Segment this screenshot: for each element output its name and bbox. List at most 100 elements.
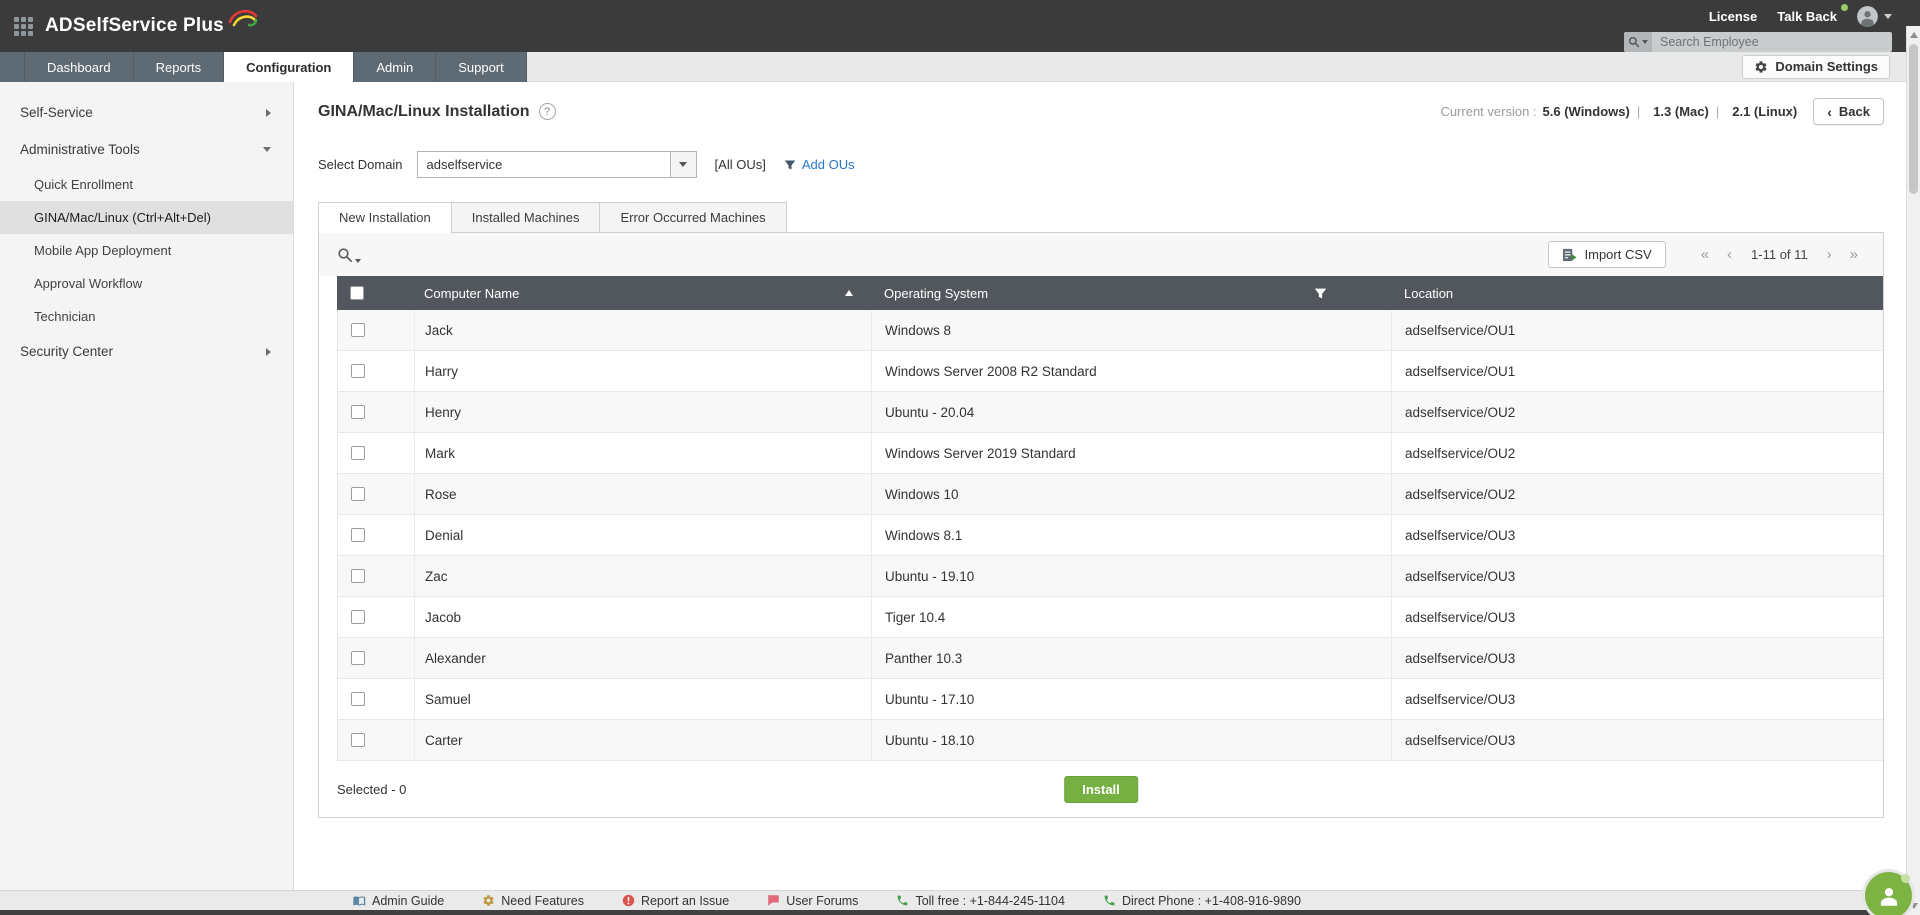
help-icon[interactable]: ?: [538, 103, 556, 120]
scroll-down-icon[interactable]: [1910, 903, 1918, 909]
add-ous-link[interactable]: Add OUs: [784, 157, 855, 172]
license-link[interactable]: License: [1709, 9, 1757, 24]
table-search-button[interactable]: [337, 247, 361, 263]
sidebar-item-quick-enrollment[interactable]: Quick Enrollment: [0, 168, 293, 201]
next-page-icon[interactable]: ›: [1818, 247, 1841, 262]
app-logo[interactable]: ADSelfService Plus: [45, 9, 258, 37]
table-row[interactable]: Carter Ubuntu - 18.10 adselfservice/OU3: [337, 720, 1883, 761]
install-button[interactable]: Install: [1064, 775, 1138, 803]
user-forums-label: User Forums: [786, 893, 859, 908]
table-row[interactable]: Alexander Panther 10.3 adselfservice/OU3: [337, 638, 1883, 679]
nav-tab-reports[interactable]: Reports: [134, 52, 225, 82]
sort-ascending-icon[interactable]: [845, 290, 853, 296]
row-checkbox[interactable]: [351, 323, 365, 337]
row-checkbox[interactable]: [351, 733, 365, 747]
direct-phone[interactable]: Direct Phone : +1-408-916-9890: [1103, 894, 1301, 908]
talkback-link[interactable]: Talk Back: [1777, 9, 1837, 24]
table-row[interactable]: Samuel Ubuntu - 17.10 adselfservice/OU3: [337, 679, 1883, 720]
row-checkbox[interactable]: [351, 487, 365, 501]
back-chevron-icon: ‹: [1827, 103, 1832, 120]
select-all-checkbox[interactable]: [350, 286, 364, 300]
table-toolbar: Import CSV « ‹ 1-11 of 11 › »: [319, 233, 1883, 276]
row-checkbox[interactable]: [351, 651, 365, 665]
tab-installed-machines[interactable]: Installed Machines: [450, 202, 601, 233]
scrollbar-thumb[interactable]: [1909, 44, 1918, 194]
table-row[interactable]: Zac Ubuntu - 19.10 adselfservice/OU3: [337, 556, 1883, 597]
header-checkbox-cell: [337, 276, 414, 310]
sidebar-item-administrative-tools[interactable]: Administrative Tools: [0, 131, 293, 168]
topbar-left: ADSelfService Plus: [0, 0, 258, 52]
last-page-icon[interactable]: »: [1841, 247, 1867, 262]
sidebar-item-label: Self-Service: [20, 105, 93, 120]
row-checkbox[interactable]: [351, 610, 365, 624]
tab-error-occurred-machines[interactable]: Error Occurred Machines: [599, 202, 787, 233]
user-forums-link[interactable]: User Forums: [767, 894, 858, 908]
page-title: GINA/Mac/Linux Installation: [318, 102, 530, 120]
select-domain-label: Select Domain: [318, 157, 403, 172]
domain-select[interactable]: adselfservice: [416, 151, 697, 178]
header-operating-system[interactable]: Operating System: [871, 276, 1391, 310]
vertical-scrollbar[interactable]: [1906, 26, 1920, 915]
search-scope-button[interactable]: [1624, 32, 1652, 52]
header-computer-name[interactable]: Computer Name: [414, 276, 871, 310]
first-page-icon[interactable]: «: [1692, 247, 1718, 262]
domain-select-caret[interactable]: [669, 152, 696, 177]
filter-funnel-icon[interactable]: [1314, 287, 1327, 300]
user-menu-caret-icon[interactable]: [1884, 14, 1892, 19]
admin-guide-link[interactable]: Admin Guide: [352, 894, 444, 908]
tab-new-installation[interactable]: New Installation: [318, 202, 452, 233]
sidebar-item-gina-mac-linux[interactable]: GINA/Mac/Linux (Ctrl+Alt+Del): [0, 201, 293, 234]
support-chat-button[interactable]: [1865, 872, 1912, 915]
sidebar-item-security-center[interactable]: Security Center: [0, 333, 293, 370]
location-cell: adselfservice/OU1: [1405, 363, 1516, 379]
employee-search-input[interactable]: [1652, 35, 1892, 49]
domain-row: Select Domain adselfservice [All OUs] Ad…: [318, 151, 1884, 178]
version-linux: 2.1 (Linux): [1732, 104, 1798, 119]
user-avatar[interactable]: [1857, 6, 1878, 27]
apps-grid-icon[interactable]: [14, 16, 33, 36]
table-row[interactable]: Henry Ubuntu - 20.04 adselfservice/OU2: [337, 392, 1883, 433]
sidebar-item-approval-workflow[interactable]: Approval Workflow: [0, 267, 293, 300]
row-checkbox[interactable]: [351, 692, 365, 706]
table-row[interactable]: Harry Windows Server 2008 R2 Standard ad…: [337, 351, 1883, 392]
row-checkbox[interactable]: [351, 528, 365, 542]
sidebar-item-technician[interactable]: Technician: [0, 300, 293, 333]
table-row[interactable]: Mark Windows Server 2019 Standard adself…: [337, 433, 1883, 474]
location-cell: adselfservice/OU2: [1405, 486, 1516, 502]
import-csv-button[interactable]: Import CSV: [1547, 241, 1666, 268]
sidebar-item-self-service[interactable]: Self-Service: [0, 94, 293, 131]
domain-select-value: adselfservice: [426, 157, 503, 172]
scroll-up-icon[interactable]: [1910, 32, 1918, 38]
nav-tab-support[interactable]: Support: [436, 52, 527, 82]
header-location[interactable]: Location: [1391, 276, 1883, 310]
gear-icon: [1755, 60, 1767, 73]
pagination: « ‹ 1-11 of 11 › »: [1692, 247, 1867, 262]
operating-system-cell: Ubuntu - 17.10: [872, 679, 1392, 719]
need-features-link[interactable]: Need Features: [482, 894, 584, 908]
report-issue-link[interactable]: Report an Issue: [622, 894, 729, 908]
person-icon: [1857, 6, 1878, 27]
table-row[interactable]: Jacob Tiger 10.4 adselfservice/OU3: [337, 597, 1883, 638]
row-checkbox[interactable]: [351, 569, 365, 583]
toll-free-phone[interactable]: Toll free : +1-844-245-1104: [896, 894, 1065, 908]
user-menu[interactable]: [1857, 6, 1892, 27]
domain-settings-button[interactable]: Domain Settings: [1742, 54, 1890, 79]
nav-tab-dashboard[interactable]: Dashboard: [24, 52, 134, 82]
computer-name-cell: Rose: [415, 474, 872, 514]
nav-tab-admin[interactable]: Admin: [354, 52, 437, 82]
operating-system-cell: Windows 8.1: [872, 515, 1392, 555]
row-checkbox[interactable]: [351, 364, 365, 378]
search-scope-caret-icon: [1642, 40, 1648, 44]
back-button[interactable]: ‹ Back: [1813, 98, 1884, 125]
sidebar: Self-Service Administrative Tools Quick …: [0, 82, 294, 890]
nav-right: Domain Settings: [526, 52, 1920, 82]
previous-page-icon[interactable]: ‹: [1718, 247, 1741, 262]
row-checkbox[interactable]: [351, 405, 365, 419]
sidebar-item-mobile-app-deployment[interactable]: Mobile App Deployment: [0, 234, 293, 267]
nav-tab-configuration[interactable]: Configuration: [224, 52, 355, 82]
table-row[interactable]: Jack Windows 8 adselfservice/OU1: [337, 310, 1883, 351]
table-row[interactable]: Rose Windows 10 adselfservice/OU2: [337, 474, 1883, 515]
row-checkbox[interactable]: [351, 446, 365, 460]
chevron-right-icon: [266, 347, 271, 356]
table-row[interactable]: Denial Windows 8.1 adselfservice/OU3: [337, 515, 1883, 556]
